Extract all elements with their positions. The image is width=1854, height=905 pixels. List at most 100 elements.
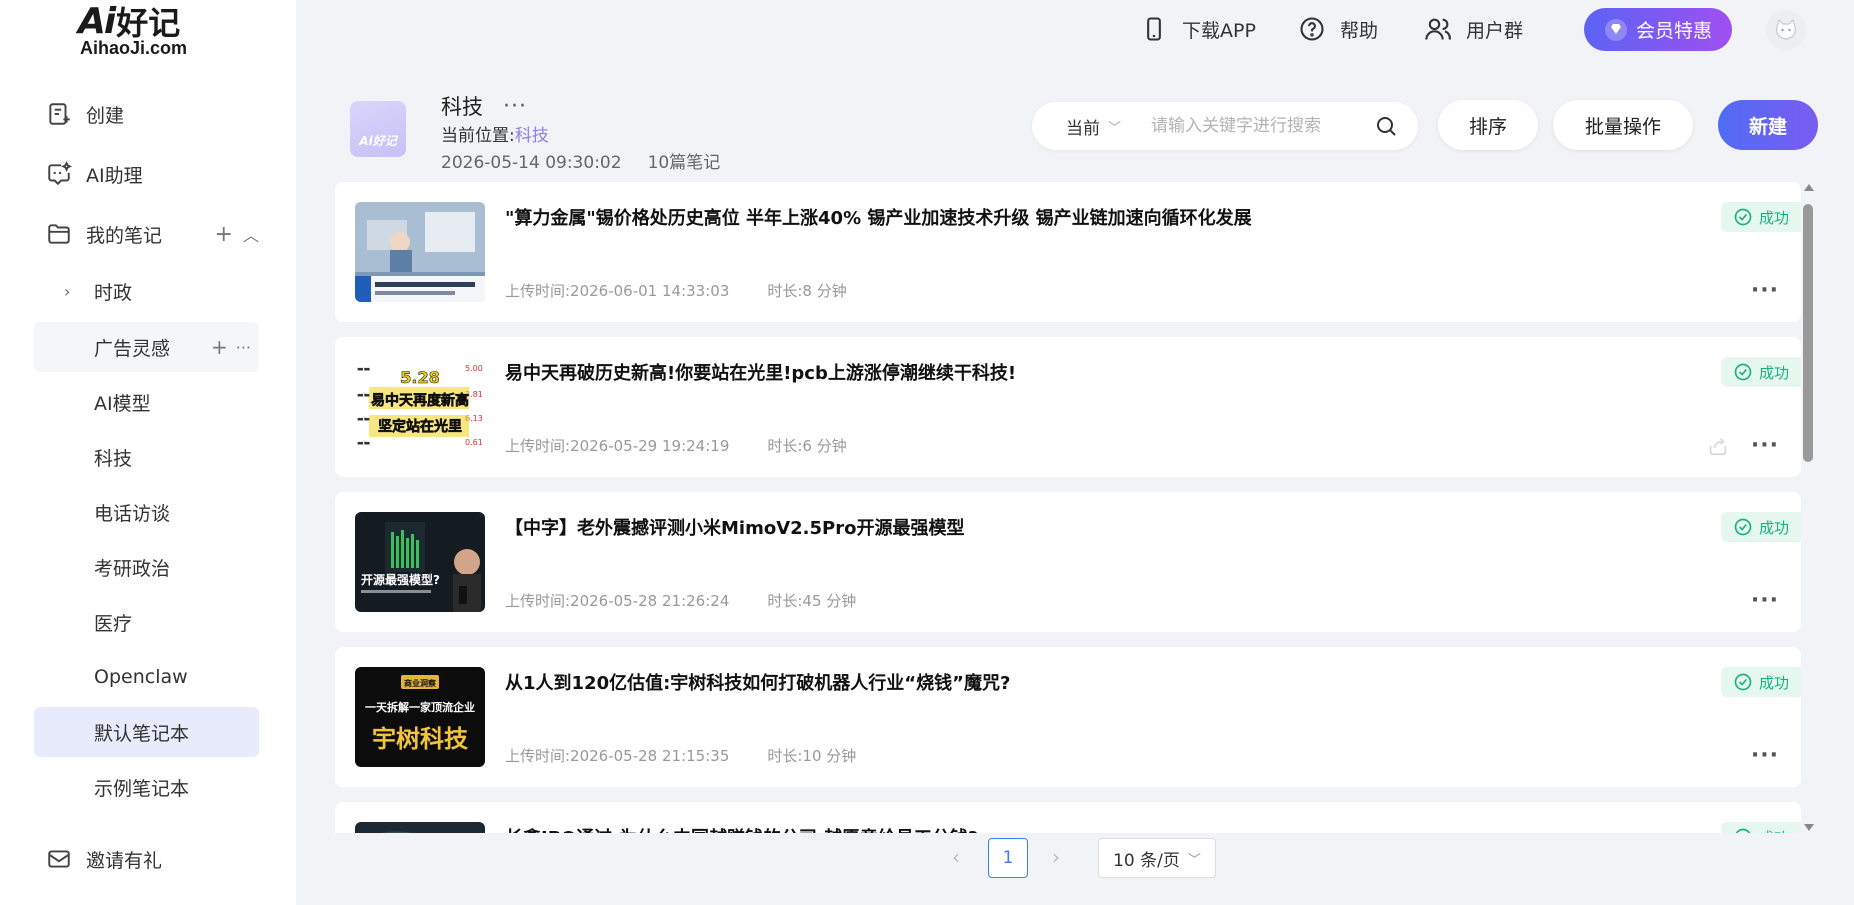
status-label: 成功 <box>1758 208 1789 227</box>
note-card[interactable]: "算力金属"锡价格处历史高位 半年上涨40% 锡产业加速技术升级 锡产业链加速向… <box>335 182 1801 322</box>
notebook-item[interactable]: 广告灵感 + ··· <box>34 322 259 372</box>
app-logo[interactable]: Ai 好记 AihaoJi.com <box>78 1 188 59</box>
user-avatar[interactable] <box>1766 10 1806 50</box>
nav-create[interactable]: 创建 <box>34 89 259 139</box>
status-label: 成功 <box>1758 673 1789 692</box>
note-title[interactable]: 【中字】老外震撼评测小米MimoV2.5Pro开源最强模型 <box>505 514 964 540</box>
breadcrumb-link[interactable]: 科技 <box>515 126 549 146</box>
vip-offer-label: 会员特惠 <box>1635 20 1712 42</box>
page-size-select[interactable]: 10 条/页 ﹀ <box>1098 838 1216 878</box>
diamond-icon <box>1604 18 1627 41</box>
more-icon[interactable]: ··· <box>1751 433 1779 458</box>
user-group-link[interactable]: 用户群 <box>1424 12 1523 46</box>
more-icon[interactable]: ··· <box>1751 588 1779 613</box>
more-icon[interactable]: ··· <box>1751 743 1779 768</box>
folder-more-icon[interactable]: ··· <box>503 94 527 119</box>
add-icon[interactable]: + <box>211 335 228 359</box>
help-link[interactable]: 帮助 <box>1298 12 1378 46</box>
share-icon[interactable] <box>1707 435 1729 457</box>
notebook-label: 考研政治 <box>94 557 171 580</box>
nav-invite-label: 邀请有礼 <box>86 849 163 872</box>
note-thumbnail: 商业洞察 一天拆解一家顶流企业 宇树科技 <box>355 667 485 767</box>
notebook-item[interactable]: 示例笔记本 <box>34 762 259 812</box>
note-title[interactable]: "算力金属"锡价格处历史高位 半年上涨40% 锡产业加速技术升级 锡产业链加速向… <box>505 204 1252 230</box>
svg-text:0.61: 0.61 <box>465 438 483 447</box>
new-label: 新建 <box>1748 115 1787 138</box>
thumb-line: 易中天再度新高 <box>371 392 469 409</box>
note-title[interactable]: 易中天再破历史新高!你要站在光里!pcb上游涨停潮继续干科技! <box>505 359 1016 385</box>
check-circle-icon <box>1734 673 1752 691</box>
phone-icon <box>1147 17 1161 41</box>
nav-my-notes[interactable]: 我的笔记 + ︿ <box>34 209 259 259</box>
notebook-item[interactable]: 电话访谈 <box>34 487 259 537</box>
search-scope-label: 当前 <box>1066 118 1100 139</box>
more-icon[interactable]: ··· <box>1751 278 1779 303</box>
notebook-item[interactable]: 科技 <box>34 432 259 482</box>
search-box: 当前 ﹀ <box>1032 102 1418 150</box>
scrollbar-thumb[interactable] <box>1803 204 1813 462</box>
search-icon[interactable] <box>1374 114 1398 138</box>
check-circle-icon <box>1734 208 1752 226</box>
status-label: 成功 <box>1759 827 1789 834</box>
nav-create-label: 创建 <box>86 104 125 127</box>
collapse-chevron-icon[interactable]: ︿ <box>243 222 259 246</box>
thumb-line: 宇树科技 <box>372 725 469 753</box>
next-page-icon[interactable]: › <box>1052 845 1060 869</box>
notebook-label: 默认笔记本 <box>94 722 190 745</box>
notebook-item[interactable]: › 时政 <box>34 266 259 316</box>
notebook-item-active[interactable]: 默认笔记本 <box>34 707 259 757</box>
note-card[interactable]: ▬▬ ▬▬ ▬▬ ▬▬ 5.00 3.81 6.13 0.61 5.28 易中天再度新高 坚… <box>335 337 1801 477</box>
note-card[interactable]: 商业洞察 一天拆解一家顶流企业 宇树科技 从1人到120亿估值:宇树科技如何打破… <box>335 647 1801 787</box>
note-card[interactable]: 开源最强模型? 【中字】老外震撼评测小米MimoV2.5Pro开源最强模型 上传… <box>335 492 1801 632</box>
nav-my-notes-label: 我的笔记 <box>86 224 163 247</box>
vip-offer-button[interactable]: 会员特惠 <box>1584 8 1732 51</box>
scroll-down-arrow-icon[interactable] <box>1804 824 1814 831</box>
sort-button[interactable]: 排序 <box>1438 100 1538 150</box>
status-badge: 成功 <box>1721 667 1801 697</box>
more-icon[interactable]: ··· <box>236 338 251 357</box>
note-thumbnail: 开源最强模型? <box>355 512 485 612</box>
note-meta: 上传时间:2026-06-01 14:33:03 时长:8 分钟 <box>505 280 847 301</box>
note-thumbnail <box>355 822 485 833</box>
breadcrumb: 当前位置:科技 <box>441 121 549 146</box>
download-app-link[interactable]: 下载APP <box>1140 12 1256 46</box>
note-title[interactable]: 长鑫IPO通过,为什么中国越赚钱的公司,越愿意给员工分钱? <box>505 824 978 833</box>
note-duration: 时长:10 分钟 <box>767 747 857 765</box>
new-button[interactable]: 新建 <box>1718 100 1818 150</box>
notebook-item[interactable]: 考研政治 <box>34 542 259 592</box>
status-badge: 成功 <box>1721 512 1801 542</box>
note-card[interactable]: 长鑫IPO通过,为什么中国越赚钱的公司,越愿意给员工分钱? 成功 <box>335 802 1801 833</box>
add-notebook-icon[interactable]: + <box>215 222 233 247</box>
page-number-label: 1 <box>1002 848 1014 868</box>
note-thumbnail <box>355 202 485 302</box>
status-badge: 成功 <box>1721 202 1801 232</box>
scroll-up-arrow-icon[interactable] <box>1804 184 1814 191</box>
nav-invite[interactable]: 邀请有礼 <box>34 834 259 884</box>
nav-ai-assistant[interactable]: AI助理 <box>34 149 259 199</box>
status-badge: 成功 <box>1721 357 1801 387</box>
batch-label: 批量操作 <box>1584 115 1661 138</box>
note-title[interactable]: 从1人到120亿估值:宇树科技如何打破机器人行业“烧钱”魔咒? <box>505 669 1010 695</box>
notebook-item[interactable]: Openclaw <box>34 652 259 702</box>
note-duration: 时长:6 分钟 <box>767 437 847 455</box>
folder-title-row: 科技 ··· <box>441 91 527 121</box>
mail-gift-icon <box>46 846 72 872</box>
batch-button[interactable]: 批量操作 <box>1553 100 1693 150</box>
search-scope-select[interactable]: 当前 ﹀ <box>1066 114 1121 139</box>
list-scrollbar[interactable] <box>1801 182 1815 833</box>
user-group-label: 用户群 <box>1466 19 1524 42</box>
folder-cover-icon: Ai好记 <box>350 101 406 157</box>
search-input[interactable] <box>1151 116 1372 136</box>
page-size-label: 10 条/页 <box>1113 850 1180 871</box>
page-number[interactable]: 1 <box>988 838 1028 878</box>
svg-text:5.00: 5.00 <box>465 364 483 373</box>
chat-sparkle-icon <box>46 161 72 187</box>
logo-domain: AihaoJi.com <box>80 38 188 58</box>
help-icon <box>1300 17 1324 41</box>
notebook-item[interactable]: AI模型 <box>34 377 259 427</box>
prev-page-icon[interactable]: ‹ <box>952 845 960 869</box>
note-upload-time: 上传时间:2026-05-28 21:15:35 <box>505 747 730 765</box>
notebook-item[interactable]: 医疗 <box>34 597 259 647</box>
expand-chevron-icon[interactable]: › <box>64 282 70 301</box>
status-label: 成功 <box>1758 363 1789 382</box>
